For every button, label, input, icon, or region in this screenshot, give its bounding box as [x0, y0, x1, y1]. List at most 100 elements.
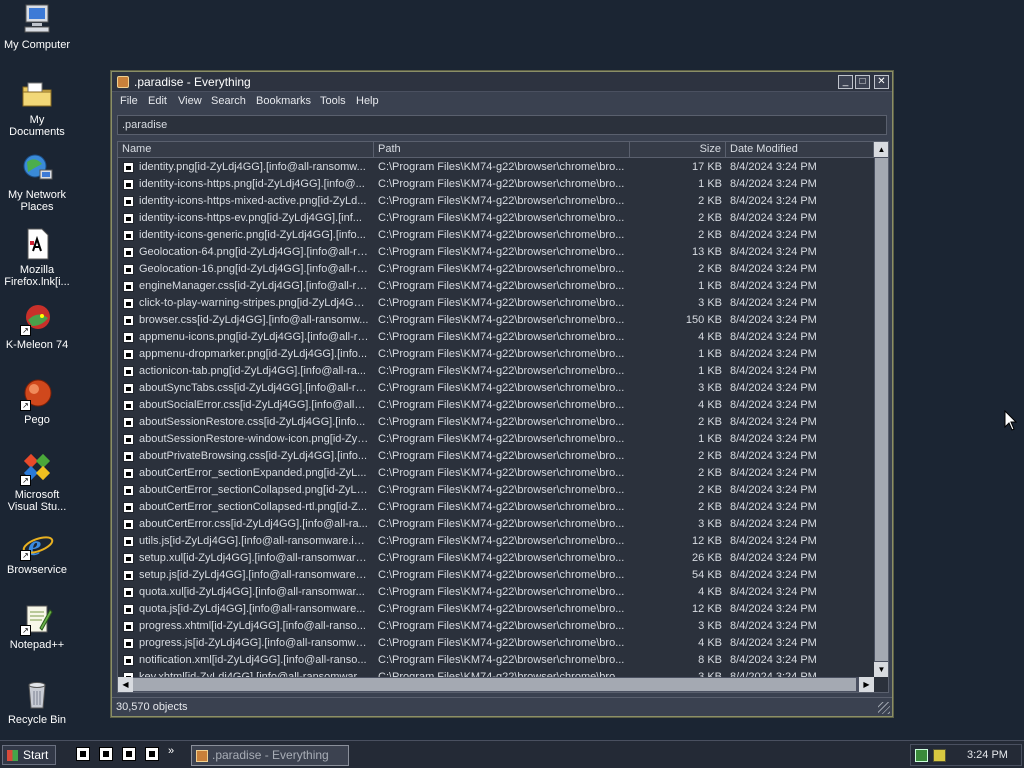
vertical-scroll-thumb[interactable] — [875, 158, 888, 661]
table-row[interactable]: quota.xul[id-ZyLdj4GG].[info@all-ransomw… — [118, 584, 874, 601]
table-row[interactable]: notification.xml[id-ZyLdj4GG].[info@all-… — [118, 652, 874, 669]
table-row[interactable]: progress.xhtml[id-ZyLdj4GG].[info@all-ra… — [118, 618, 874, 635]
desktop-icon-my-computer[interactable]: My Computer — [0, 2, 74, 51]
vertical-scrollbar[interactable]: ▲ ▼ — [874, 142, 888, 677]
cell-path: C:\Program Files\KM74-g22\browser\chrome… — [378, 178, 625, 190]
table-row[interactable]: aboutSessionRestore-window-icon.png[id-Z… — [118, 431, 874, 448]
file-icon — [123, 519, 134, 530]
cell-date-modified: 8/4/2024 3:24 PM — [730, 178, 817, 190]
cell-path: C:\Program Files\KM74-g22\browser\chrome… — [378, 518, 625, 530]
app-tray-icon[interactable] — [933, 749, 946, 762]
table-row[interactable]: Geolocation-64.png[id-ZyLdj4GG].[info@al… — [118, 244, 874, 261]
column-header-path[interactable]: Path — [374, 142, 630, 158]
horizontal-scrollbar[interactable]: ◀ ▶ — [118, 677, 874, 692]
cell-name: identity.png[id-ZyLdj4GG].[info@all-rans… — [139, 161, 366, 173]
file-icon — [123, 230, 134, 241]
table-row[interactable]: actionicon-tab.png[id-ZyLdj4GG].[info@al… — [118, 363, 874, 380]
everything-window[interactable]: .paradise - Everything _ □ ✕ File Edit V… — [111, 71, 893, 717]
resize-grip-icon[interactable] — [878, 702, 890, 714]
taskbar-window-button[interactable]: .paradise - Everything — [191, 745, 349, 766]
desktop-icon-recycle-bin[interactable]: Recycle Bin — [0, 677, 74, 726]
desktop-icon-k-meleon[interactable]: ↗ K-Meleon 74 — [0, 302, 74, 351]
column-header-name[interactable]: Name — [118, 142, 374, 158]
cell-path: C:\Program Files\KM74-g22\browser\chrome… — [378, 654, 625, 666]
table-row[interactable]: identity-icons-https.png[id-ZyLdj4GG].[i… — [118, 176, 874, 193]
visual-studio-icon: ↗ — [20, 452, 54, 486]
menu-bookmarks[interactable]: Bookmarks — [256, 95, 311, 107]
cell-size: 150 KB — [685, 314, 722, 326]
quicklaunch-shortcut-icon[interactable] — [99, 747, 113, 761]
column-header-date-modified[interactable]: Date Modified — [726, 142, 874, 158]
table-row[interactable]: identity.png[id-ZyLdj4GG].[info@all-rans… — [118, 159, 874, 176]
column-header-size[interactable]: Size — [630, 142, 726, 158]
desktop-icon-label: Recycle Bin — [7, 714, 67, 726]
title-bar[interactable]: .paradise - Everything _ □ ✕ — [112, 72, 892, 92]
taskbar-window-label: .paradise - Everything — [212, 748, 329, 762]
table-row[interactable]: setup.xul[id-ZyLdj4GG].[info@all-ransomw… — [118, 550, 874, 567]
table-row[interactable]: aboutSyncTabs.css[id-ZyLdj4GG].[info@all… — [118, 380, 874, 397]
table-row[interactable]: setup.js[id-ZyLdj4GG].[info@all-ransomwa… — [118, 567, 874, 584]
desktop-icon-pego[interactable]: ↗ Pego — [0, 377, 74, 426]
table-row[interactable]: identity-icons-https-mixed-active.png[id… — [118, 193, 874, 210]
cell-date-modified: 8/4/2024 3:24 PM — [730, 518, 817, 530]
table-row[interactable]: browser.css[id-ZyLdj4GG].[info@all-ranso… — [118, 312, 874, 329]
cell-name: identity-icons-https.png[id-ZyLdj4GG].[i… — [139, 178, 365, 190]
cell-size: 2 KB — [698, 450, 722, 462]
table-row[interactable]: engineManager.css[id-ZyLdj4GG].[info@all… — [118, 278, 874, 295]
table-row[interactable]: click-to-play-warning-stripes.png[id-ZyL… — [118, 295, 874, 312]
recycle-bin-icon — [20, 677, 54, 711]
menu-view[interactable]: View — [178, 95, 202, 107]
table-row[interactable]: identity-icons-https-ev.png[id-ZyLdj4GG]… — [118, 210, 874, 227]
quicklaunch-shortcut-icon[interactable] — [76, 747, 90, 761]
quicklaunch-shortcut-icon[interactable] — [122, 747, 136, 761]
menu-help[interactable]: Help — [356, 95, 379, 107]
desktop-icon-label: Browservice — [7, 564, 67, 576]
desktop-icon-my-documents[interactable]: My Documents — [0, 77, 74, 138]
table-row[interactable]: aboutCertError_sectionExpanded.png[id-Zy… — [118, 465, 874, 482]
table-row[interactable]: aboutCertError.css[id-ZyLdj4GG].[info@al… — [118, 516, 874, 533]
scroll-up-arrow-icon[interactable]: ▲ — [874, 142, 888, 157]
status-bar: 30,570 objects — [112, 697, 892, 716]
table-row[interactable]: utils.js[id-ZyLdj4GG].[info@all-ransomwa… — [118, 533, 874, 550]
desktop-icon-notepad-plus-plus[interactable]: ↗ Notepad++ — [0, 602, 74, 651]
menu-tools[interactable]: Tools — [320, 95, 346, 107]
close-button[interactable]: ✕ — [874, 75, 889, 89]
menu-search[interactable]: Search — [211, 95, 246, 107]
quicklaunch-more-chevron-icon[interactable]: » — [168, 745, 174, 757]
maximize-button[interactable]: □ — [855, 75, 870, 89]
menu-file[interactable]: File — [120, 95, 138, 107]
search-input[interactable] — [117, 115, 887, 135]
network-tray-icon[interactable] — [915, 749, 928, 762]
table-row[interactable]: aboutCertError_sectionCollapsed-rtl.png[… — [118, 499, 874, 516]
table-row[interactable]: progress.js[id-ZyLdj4GG].[info@all-ranso… — [118, 635, 874, 652]
table-row[interactable]: appmenu-dropmarker.png[id-ZyLdj4GG].[inf… — [118, 346, 874, 363]
cell-path: C:\Program Files\KM74-g22\browser\chrome… — [378, 586, 625, 598]
network-places-icon — [20, 152, 54, 186]
table-row[interactable]: identity-icons-generic.png[id-ZyLdj4GG].… — [118, 227, 874, 244]
cell-size: 3 KB — [698, 382, 722, 394]
table-row[interactable]: Geolocation-16.png[id-ZyLdj4GG].[info@al… — [118, 261, 874, 278]
start-button[interactable]: Start — [2, 745, 56, 765]
quicklaunch-shortcut-icon[interactable] — [145, 747, 159, 761]
table-row[interactable]: aboutSocialError.css[id-ZyLdj4GG].[info@… — [118, 397, 874, 414]
scroll-left-arrow-icon[interactable]: ◀ — [118, 677, 133, 692]
desktop-icon-browservice[interactable]: e ↗ Browservice — [0, 527, 74, 576]
cell-path: C:\Program Files\KM74-g22\browser\chrome… — [378, 620, 625, 632]
scroll-right-arrow-icon[interactable]: ▶ — [859, 677, 874, 692]
cell-size: 2 KB — [698, 229, 722, 241]
menu-edit[interactable]: Edit — [148, 95, 167, 107]
table-row[interactable]: aboutPrivateBrowsing.css[id-ZyLdj4GG].[i… — [118, 448, 874, 465]
desktop-icon-my-network-places[interactable]: My Network Places — [0, 152, 74, 213]
desktop-icon-visual-studio[interactable]: ↗ Microsoft Visual Stu... — [0, 452, 74, 513]
cell-date-modified: 8/4/2024 3:24 PM — [730, 484, 817, 496]
scroll-down-arrow-icon[interactable]: ▼ — [874, 662, 888, 677]
table-row[interactable]: aboutSessionRestore.css[id-ZyLdj4GG].[in… — [118, 414, 874, 431]
horizontal-scroll-thumb[interactable] — [133, 678, 856, 691]
desktop-icon-label: K-Meleon 74 — [5, 339, 69, 351]
table-row[interactable]: appmenu-icons.png[id-ZyLdj4GG].[info@all… — [118, 329, 874, 346]
table-row[interactable]: quota.js[id-ZyLdj4GG].[info@all-ransomwa… — [118, 601, 874, 618]
minimize-button[interactable]: _ — [838, 75, 853, 89]
table-row[interactable]: aboutCertError_sectionCollapsed.png[id-Z… — [118, 482, 874, 499]
desktop-icon-firefox-lnk[interactable]: Mozilla Firefox.lnk[i... — [0, 227, 74, 288]
cell-path: C:\Program Files\KM74-g22\browser\chrome… — [378, 484, 625, 496]
